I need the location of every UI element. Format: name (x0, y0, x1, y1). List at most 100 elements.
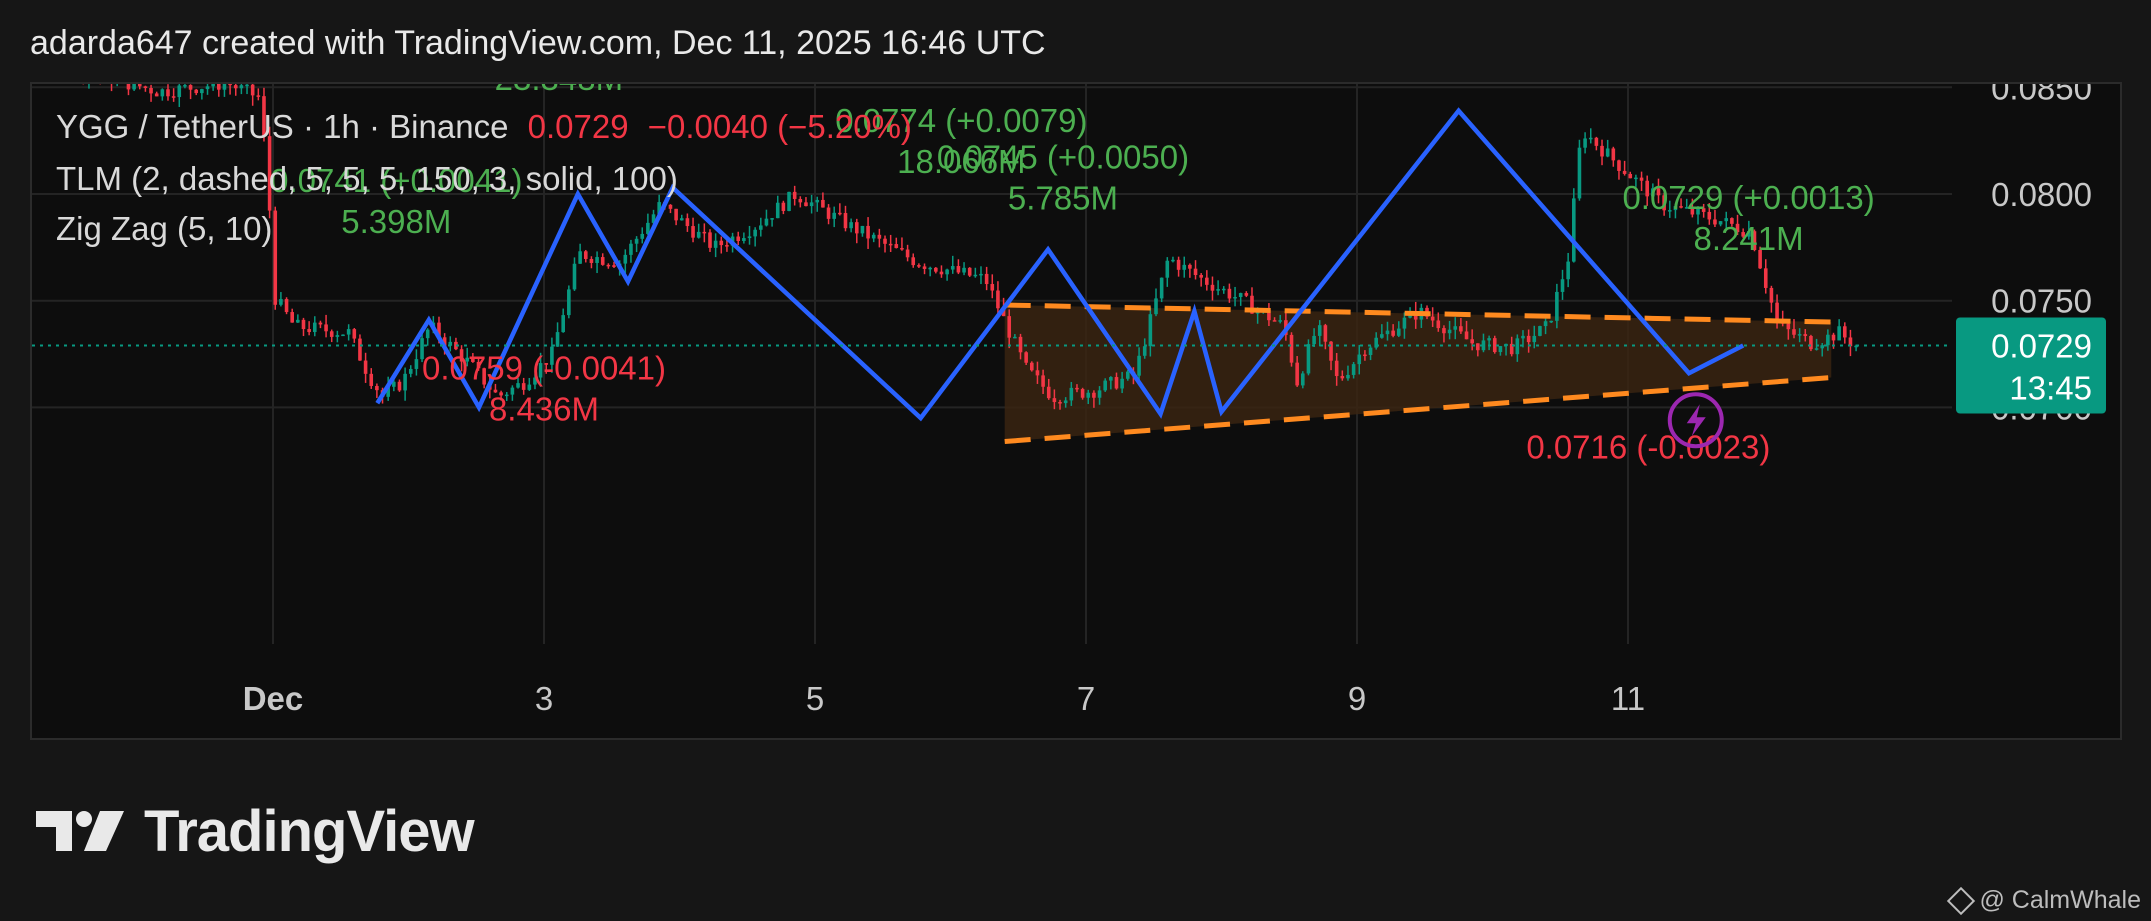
candle-body (1617, 160, 1621, 171)
candle-body (1611, 148, 1616, 161)
candle-body (1216, 289, 1220, 291)
candle-body (1323, 325, 1328, 342)
candle-body (256, 95, 261, 97)
candle-body (1154, 298, 1158, 315)
candle-body (764, 218, 769, 226)
candle-body (1814, 348, 1819, 350)
candle-body (1464, 331, 1469, 340)
candle-body (679, 218, 684, 221)
candle-body (1470, 339, 1474, 344)
candle-body (691, 226, 695, 238)
candle-body (425, 329, 430, 339)
candle-body (600, 257, 605, 265)
candle-body (905, 249, 910, 258)
author-watermark: @ CalmWhale (1947, 886, 2141, 915)
candle-body (1046, 386, 1051, 399)
candle-body (696, 231, 701, 238)
candle-body (1588, 137, 1593, 140)
candle-body (612, 265, 616, 267)
pivot-label-volume: 8.241M (1694, 220, 1804, 257)
indicator-legend-tlm[interactable]: TLM (2, dashed, 5, 5, 5, 150, 3, solid, … (56, 160, 678, 198)
candle-body (990, 284, 995, 291)
candle-body (1543, 321, 1548, 327)
candle-body (866, 225, 870, 239)
candle-body (369, 373, 374, 386)
candle-body (1820, 345, 1825, 349)
chart-panel[interactable]: 0.0741 (+0.0041)5.398M0.0800 (+0.0103)23… (30, 82, 2122, 740)
candle-body (1075, 387, 1079, 390)
candle-body (945, 269, 949, 275)
candle-body (1453, 326, 1458, 330)
candle-body (781, 202, 786, 211)
candle-body (408, 368, 413, 374)
candle-body (284, 299, 289, 313)
candle-body (1385, 330, 1390, 335)
time-axis-label: 7 (1077, 680, 1095, 717)
candle-body (917, 265, 921, 267)
watermark-text: @ CalmWhale (1979, 886, 2141, 914)
candle-body (290, 312, 294, 323)
candle-body (1103, 380, 1107, 391)
indicator-legend-zigzag[interactable]: Zig Zag (5, 10) (56, 210, 272, 248)
candle-body (826, 207, 831, 219)
candle-body (1171, 259, 1175, 262)
candle-body (606, 264, 611, 267)
candle-body (375, 385, 379, 391)
candle-body (1430, 316, 1435, 321)
candle-body (1476, 343, 1480, 351)
candle-body (228, 84, 232, 86)
candle-body (589, 258, 594, 263)
candle-body (1058, 402, 1062, 404)
candle-body (250, 84, 255, 96)
symbol-name: YGG / TetherUS · 1h · Binance (56, 108, 509, 145)
candle-body (1109, 377, 1113, 381)
candle-body (1459, 326, 1463, 332)
candle-body (1182, 264, 1187, 270)
candle-body (634, 238, 639, 244)
candle-body (572, 263, 577, 290)
candle-body (583, 251, 588, 259)
candle-body (205, 86, 210, 90)
candle-body (1013, 336, 1017, 339)
candle-body (1515, 338, 1520, 355)
candle-body (888, 243, 893, 246)
candle-body (149, 88, 153, 94)
time-axis-label: Dec (243, 680, 304, 717)
candle-body (1831, 334, 1836, 341)
candle-body (578, 251, 582, 264)
candle-body (403, 373, 407, 391)
candle-body (623, 254, 628, 264)
symbol-legend[interactable]: YGG / TetherUS · 1h · Binance 0.0729 −0.… (56, 108, 912, 146)
current-price-countdown: 13:45 (2009, 370, 2092, 407)
candle-body (233, 85, 238, 89)
candle-body (1114, 377, 1119, 389)
candle-body (1526, 335, 1531, 343)
candle-body (708, 232, 712, 248)
candle-body (132, 84, 136, 90)
candle-body (1391, 330, 1395, 336)
candle-body (1086, 392, 1091, 398)
pivot-label-volume: 5.398M (341, 203, 451, 240)
candle-body (1837, 326, 1841, 341)
candle-body (1063, 400, 1068, 404)
candle-body (1622, 170, 1627, 174)
time-axis-label: 5 (806, 680, 824, 717)
candle-body (183, 85, 187, 87)
candle-body (685, 218, 690, 227)
candle-body (1775, 302, 1779, 322)
candle-body (346, 329, 351, 335)
candle-body (177, 85, 182, 98)
candle-body (1312, 335, 1316, 345)
candle-body (849, 222, 853, 229)
candle-body (629, 243, 633, 255)
tradingview-logo[interactable]: TradingView (34, 799, 475, 864)
candle-body (1035, 370, 1040, 376)
pivot-label-value: 0.0716 (-0.0023) (1526, 429, 1770, 466)
candle-body (307, 329, 311, 333)
diamond-icon (1947, 886, 1976, 915)
candle-body (1402, 317, 1407, 329)
candle-body (854, 222, 859, 234)
candle-body (725, 245, 729, 247)
candle-body (1346, 374, 1350, 379)
price-axis-label: 0.0750 (1991, 283, 2092, 320)
